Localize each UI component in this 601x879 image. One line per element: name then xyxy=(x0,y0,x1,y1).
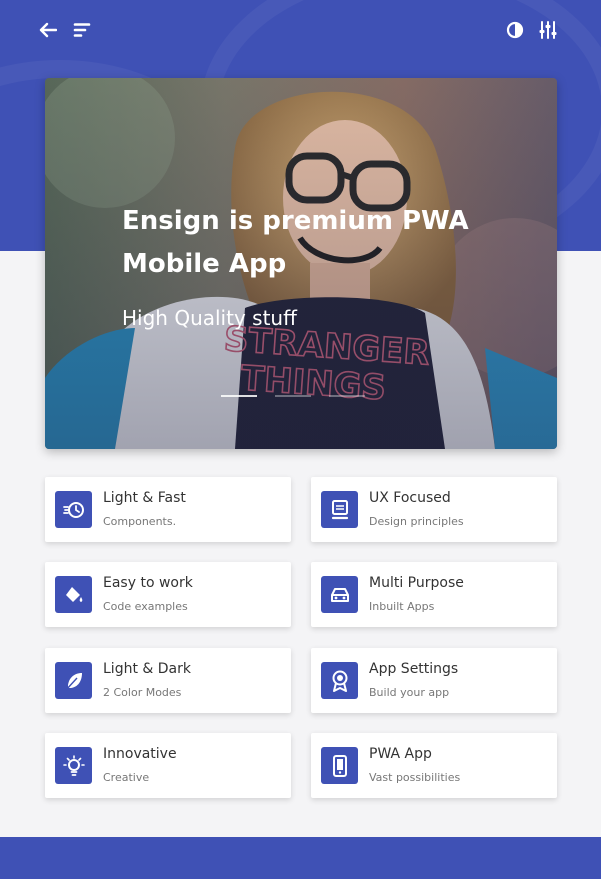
feature-title: Innovative xyxy=(103,746,177,762)
feature-icon-box xyxy=(321,576,358,613)
top-app-bar xyxy=(0,0,601,60)
feature-card-multi-purpose[interactable]: Multi Purpose Inbuilt Apps xyxy=(311,562,557,627)
award-icon xyxy=(332,670,347,692)
feature-title: UX Focused xyxy=(369,490,451,506)
car-icon xyxy=(330,587,349,602)
feature-card-light-fast[interactable]: Light & Fast Components. xyxy=(45,477,291,542)
feature-card-pwa-app[interactable]: PWA App Vast possibilities xyxy=(311,733,557,798)
monitor-icon xyxy=(331,499,348,519)
feature-title: Light & Fast xyxy=(103,490,186,506)
menu-button[interactable] xyxy=(69,17,95,43)
feature-title: Multi Purpose xyxy=(369,575,464,591)
slider-pagination xyxy=(221,395,381,398)
feature-icon-box xyxy=(321,491,358,528)
contrast-icon xyxy=(506,21,524,39)
feature-subtitle: 2 Color Modes xyxy=(103,686,182,699)
feature-subtitle: Creative xyxy=(103,771,150,784)
feature-subtitle: Design principles xyxy=(369,515,464,528)
feature-icon-box xyxy=(55,491,92,528)
slider-dot-3[interactable] xyxy=(329,395,365,397)
hero-slider[interactable]: STRANGER THINGS Ensign is premium PWA Mo… xyxy=(45,78,557,449)
feature-card-app-settings[interactable]: App Settings Build your app xyxy=(311,648,557,713)
feature-icon-box xyxy=(55,747,92,784)
feature-icon-box xyxy=(55,576,92,613)
feature-title: PWA App xyxy=(369,746,432,762)
feature-subtitle: Inbuilt Apps xyxy=(369,600,435,613)
slider-dot-1[interactable] xyxy=(221,395,257,397)
feature-title: Light & Dark xyxy=(103,661,191,677)
hero-title: Ensign is premium PWA Mobile App xyxy=(122,206,469,279)
lightbulb-icon xyxy=(62,754,85,776)
slider-dot-2[interactable] xyxy=(275,395,311,397)
feature-card-light-dark[interactable]: Light & Dark 2 Color Modes xyxy=(45,648,291,713)
footer-band xyxy=(0,837,601,879)
feature-title: Easy to work xyxy=(103,575,193,591)
feature-icon-box xyxy=(55,662,92,699)
back-button[interactable] xyxy=(35,17,61,43)
paint-bucket-icon xyxy=(65,586,82,602)
sliders-icon xyxy=(539,21,557,39)
feature-icon-box xyxy=(321,662,358,699)
feature-subtitle: Build your app xyxy=(369,686,450,699)
feature-subtitle: Components. xyxy=(103,515,177,528)
hero-subtitle: High Quality stuff xyxy=(122,306,297,330)
feature-card-easy-to-work[interactable]: Easy to work Code examples xyxy=(45,562,291,627)
speed-clock-icon xyxy=(62,501,84,518)
smartphone-icon xyxy=(332,754,347,777)
feature-card-ux-focused[interactable]: UX Focused Design principles xyxy=(311,477,557,542)
arrow-left-icon xyxy=(39,22,57,38)
feature-card-innovative[interactable]: Innovative Creative xyxy=(45,733,291,798)
feature-icon-box xyxy=(321,747,358,784)
feather-icon xyxy=(64,672,82,690)
feature-subtitle: Vast possibilities xyxy=(369,771,461,784)
menu-icon xyxy=(73,23,91,37)
theme-toggle-button[interactable] xyxy=(502,17,528,43)
settings-button[interactable] xyxy=(535,17,561,43)
feature-title: App Settings xyxy=(369,661,459,677)
feature-subtitle: Code examples xyxy=(103,600,188,613)
